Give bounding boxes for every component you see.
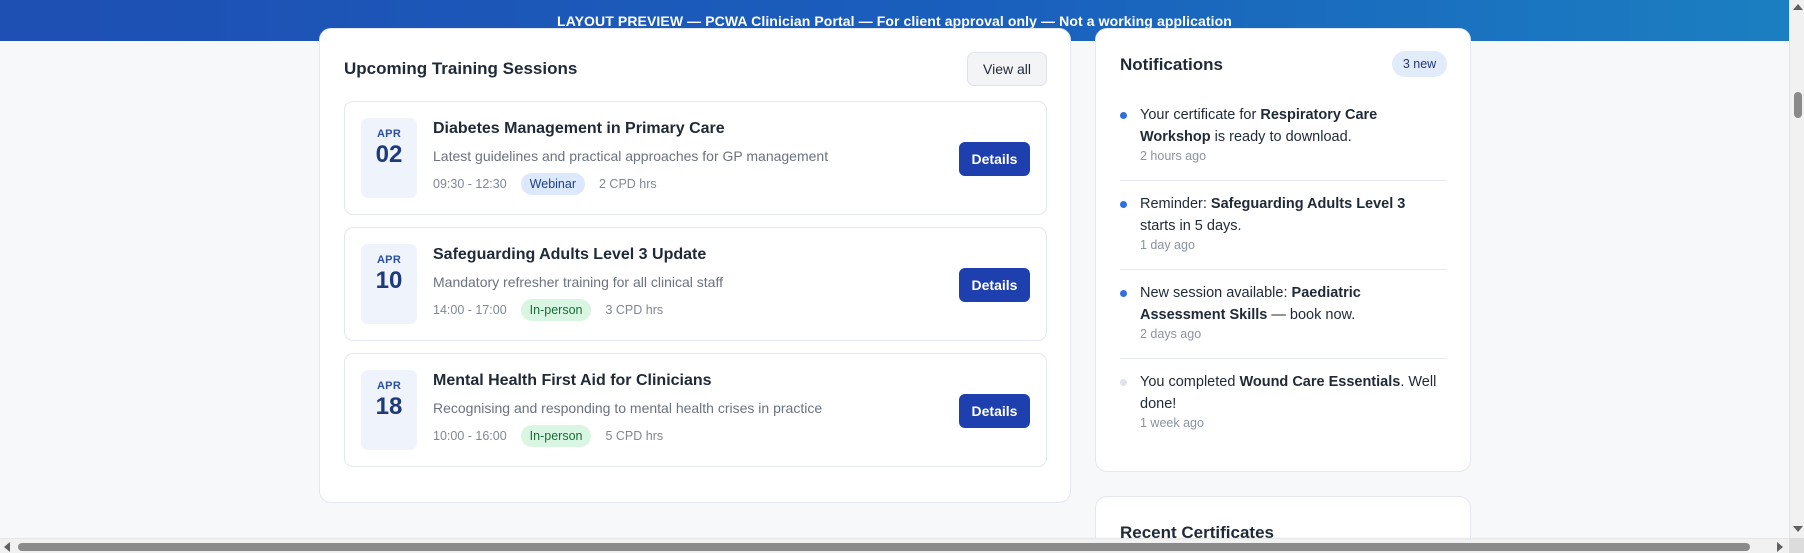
session-cpd: 2 CPD hrs — [599, 177, 657, 191]
session-cpd: 3 CPD hrs — [605, 303, 664, 317]
notification-text: You completed Wound Care Essentials. Wel… — [1140, 374, 1437, 412]
session-title: Mental Health First Aid for Clinicians — [433, 372, 712, 389]
session-day: 10 — [375, 267, 403, 294]
notification-time: 2 days ago — [1140, 327, 1202, 341]
notification-text: Your certificate for Respiratory Care Wo… — [1140, 107, 1378, 145]
session-meta: 09:30 - 12:30 Webinar 2 CPD hrs — [433, 173, 657, 195]
session-card: APR 10 Safeguarding Adults Level 3 Updat… — [344, 227, 1047, 341]
read-dot-icon — [1120, 379, 1127, 386]
vertical-scrollbar[interactable] — [1789, 0, 1804, 538]
horizontal-scroll-thumb[interactable] — [18, 543, 1750, 551]
session-format-badge: Webinar — [520, 173, 585, 195]
scroll-right-icon[interactable] — [1777, 542, 1783, 552]
scroll-down-icon[interactable] — [1793, 526, 1803, 532]
details-button[interactable]: Details — [959, 142, 1030, 176]
scroll-left-icon[interactable] — [4, 542, 10, 552]
new-count-badge: 3 new — [1392, 51, 1447, 77]
notification-text: Reminder: Safeguarding Adults Level 3 st… — [1140, 196, 1406, 234]
session-title: Safeguarding Adults Level 3 Update — [433, 246, 707, 263]
session-date: APR 10 — [361, 244, 417, 324]
section-title: Upcoming Training Sessions — [344, 59, 578, 78]
session-meta: 14:00 - 17:00 In-person 3 CPD hrs — [433, 299, 663, 321]
details-button[interactable]: Details — [959, 268, 1030, 302]
unread-dot-icon — [1120, 290, 1127, 297]
session-format-badge: In-person — [520, 425, 592, 447]
session-card: APR 18 Mental Health First Aid for Clini… — [344, 353, 1047, 467]
details-button[interactable]: Details — [959, 394, 1030, 428]
session-card: APR 02 Diabetes Management in Primary Ca… — [344, 101, 1047, 215]
notifications-title: Notifications — [1120, 55, 1223, 74]
session-meta: 10:00 - 16:00 In-person 5 CPD hrs — [433, 425, 663, 447]
notification-time: 1 day ago — [1140, 238, 1195, 252]
session-description: Latest guidelines and practical approach… — [433, 148, 829, 164]
session-cpd: 5 CPD hrs — [605, 429, 664, 443]
session-time: 10:00 - 16:00 — [433, 429, 507, 443]
session-month: APR — [376, 128, 402, 140]
session-time: 09:30 - 12:30 — [433, 177, 507, 191]
scrollbar-corner — [1789, 538, 1804, 553]
session-format-badge: In-person — [520, 299, 592, 321]
notifications-card: Notifications 3 new Your certificate for… — [1095, 28, 1471, 472]
session-day: 02 — [375, 141, 403, 168]
session-month: APR — [376, 254, 402, 266]
unread-dot-icon — [1120, 112, 1127, 119]
session-description: Recognising and responding to mental hea… — [433, 400, 823, 416]
session-date: APR 18 — [361, 370, 417, 450]
session-date: APR 02 — [361, 118, 417, 198]
divider — [1120, 180, 1447, 181]
notification-text: New session available: Paediatric Assess… — [1140, 285, 1361, 323]
vertical-scroll-thumb[interactable] — [1794, 92, 1802, 118]
scroll-up-icon[interactable] — [1793, 4, 1803, 10]
horizontal-scrollbar[interactable] — [0, 538, 1789, 553]
session-time: 14:00 - 17:00 — [433, 303, 507, 317]
session-day: 18 — [375, 393, 403, 420]
training-sessions-card: Upcoming Training Sessions View all APR … — [319, 28, 1071, 503]
divider — [1120, 269, 1447, 270]
session-month: APR — [376, 380, 402, 392]
notification-time: 2 hours ago — [1140, 149, 1207, 163]
notification-time: 1 week ago — [1140, 416, 1204, 430]
unread-dot-icon — [1120, 201, 1127, 208]
view-all-button[interactable]: View all — [967, 52, 1047, 86]
session-title: Diabetes Management in Primary Care — [433, 120, 725, 137]
session-description: Mandatory refresher training for all cli… — [433, 274, 723, 290]
divider — [1120, 358, 1447, 359]
